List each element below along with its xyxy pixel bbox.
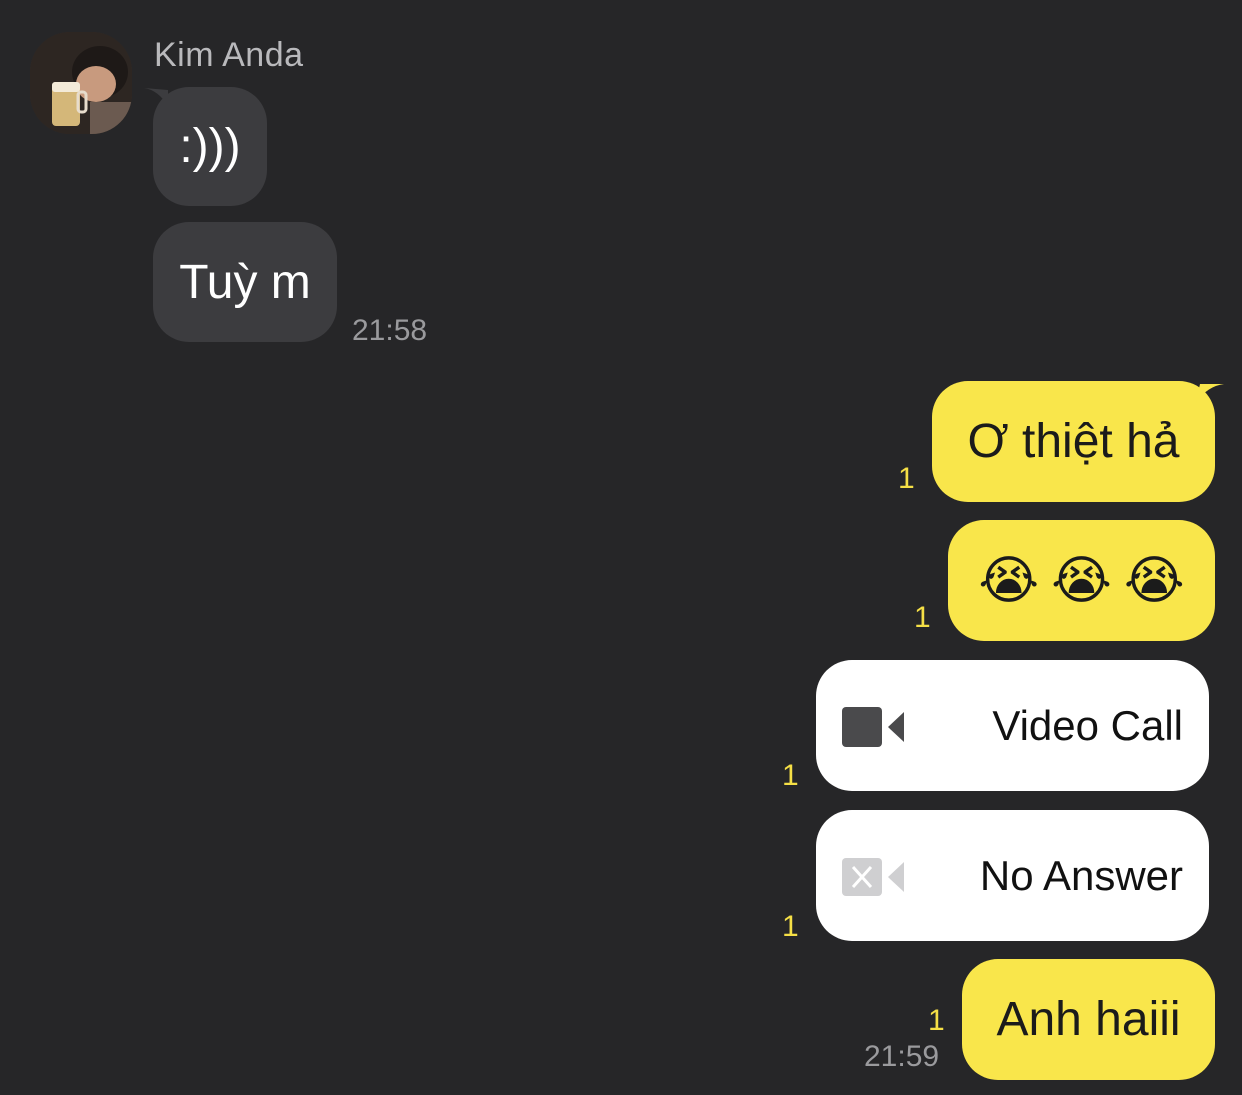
sender-name: Kim Anda: [154, 36, 304, 74]
bubble-tail: [1196, 384, 1224, 402]
message-timestamp: 21:58: [352, 314, 428, 347]
message-timestamp: 21:59: [864, 1040, 940, 1073]
emoji-row: 😭 😭 😭: [978, 551, 1184, 611]
message-text: Ơ thiệt hả: [967, 415, 1180, 468]
call-label: Video Call: [992, 701, 1183, 749]
message-text: :))): [179, 120, 241, 173]
crying-emoji-icon: 😭: [1051, 551, 1112, 610]
unread-count: 1: [898, 462, 915, 495]
crying-emoji-icon: 😭: [978, 551, 1040, 610]
message-text: Tuỳ m: [179, 255, 311, 309]
call-label: No Answer: [979, 851, 1183, 899]
missed-video-call-card[interactable]: No Answer: [816, 810, 1209, 941]
video-camera-missed-icon: [842, 858, 904, 896]
crying-emoji-icon: 😭: [1123, 551, 1185, 610]
incoming-message-bubble[interactable]: :))): [153, 87, 267, 206]
unread-count: 1: [782, 910, 799, 943]
outgoing-message-bubble[interactable]: Anh haiii: [962, 959, 1215, 1080]
incoming-message-bubble[interactable]: Tuỳ m: [153, 222, 337, 342]
message-text: Anh haiii: [996, 993, 1181, 1046]
outgoing-emoji-bubble[interactable]: 😭 😭 😭: [948, 520, 1215, 641]
unread-count: 1: [782, 759, 799, 792]
unread-count: 1: [914, 601, 931, 634]
sender-avatar[interactable]: [30, 32, 132, 134]
avatar-photo: [30, 32, 132, 134]
video-call-card[interactable]: Video Call: [816, 660, 1209, 791]
outgoing-message-bubble[interactable]: Ơ thiệt hả: [932, 381, 1215, 502]
video-camera-icon: [842, 707, 904, 747]
bubble-tail: [144, 88, 168, 106]
unread-count: 1: [928, 1004, 945, 1037]
